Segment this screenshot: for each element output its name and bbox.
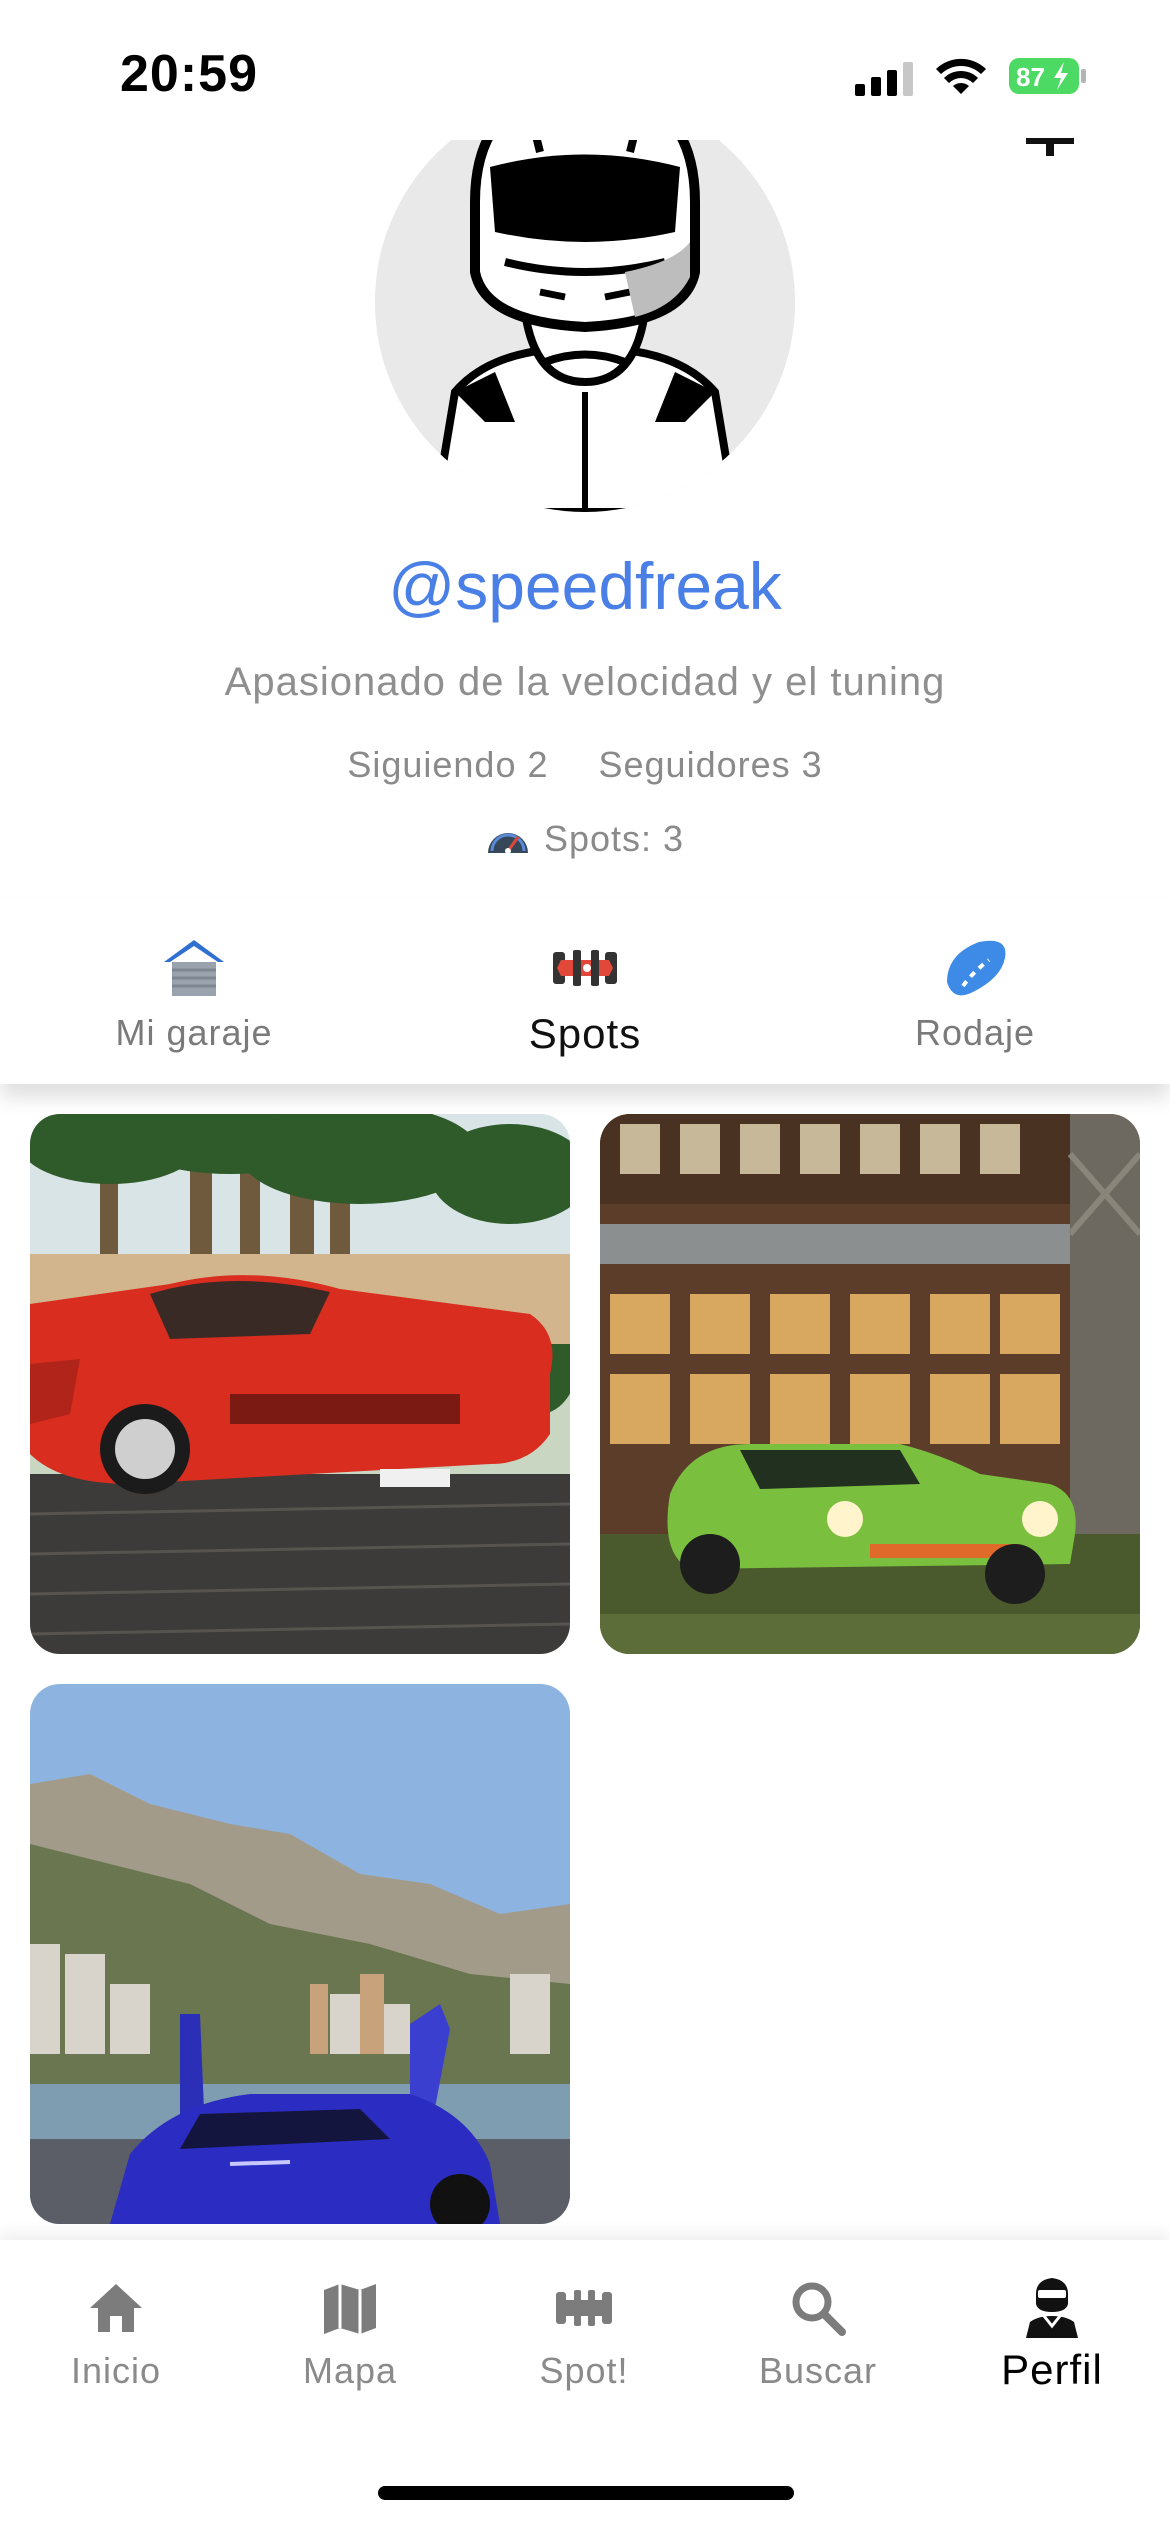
blue-supercar-monaco-photo [30,1684,570,2224]
battery-indicator: 87 [1008,56,1088,96]
nav-buscar[interactable]: Buscar [718,2276,918,2392]
map-icon [324,2284,376,2334]
battery-level: 87 [1016,62,1045,92]
signal-icon [855,62,913,96]
red-supercar-photo [30,1114,570,1654]
nav-label: Buscar [758,2350,878,2391]
home-indicator[interactable] [378,2486,794,2500]
follow-stats: Siguiendo 2 Seguidores 3 [0,744,1170,786]
nav-label: Spot! [539,2350,629,2391]
green-classic-car-photo [600,1114,1140,1654]
nav-label: Inicio [70,2350,162,2391]
nav-label: Mapa [302,2350,398,2391]
status-bar: 20:59 87 [0,0,1170,140]
tab-rodaje[interactable]: Rodaje [825,932,1125,1054]
profile-bio: Apasionado de la velocidad y el tuning [224,660,946,704]
spot-photo-3[interactable] [30,1684,570,2224]
followers-count[interactable]: Seguidores 3 [599,744,823,786]
helmet-icon [1026,2278,1078,2338]
spots-count: Spots: 3 [543,818,685,859]
tab-label: Rodaje [914,1012,1036,1053]
tab-mi-garaje[interactable]: Mi garaje [44,932,344,1054]
speedometer-icon [487,833,528,854]
status-time: 20:59 [120,45,258,103]
race-car-icon [556,2290,612,2326]
profile-tabs: Mi garaje Spots Rodaje [0,898,1170,1084]
nav-spot[interactable]: Spot! [484,2276,684,2392]
following-count[interactable]: Siguiendo 2 [347,744,548,786]
garage-icon [164,940,224,996]
search-icon [792,2282,846,2336]
spots-count-row: Spots: 3 [0,818,1170,860]
road-icon [947,940,1006,996]
nav-mapa[interactable]: Mapa [250,2276,450,2392]
tab-spots[interactable]: Spots [435,932,735,1058]
nav-perfil[interactable]: Perfil [952,2276,1152,2394]
home-icon [90,2284,142,2332]
profile-handle: @speedfreak [388,549,782,623]
spot-photo-1[interactable] [30,1114,570,1654]
race-car-icon [553,950,617,986]
settings-icon[interactable] [1022,138,1078,158]
tab-label: Mi garaje [115,1012,273,1053]
nav-label: Perfil [1001,2346,1103,2393]
helmet-avatar-icon [375,92,795,512]
avatar[interactable] [375,92,795,512]
wifi-icon [936,58,986,94]
nav-inicio[interactable]: Inicio [16,2276,216,2392]
spot-photo-2[interactable] [600,1114,1140,1654]
tab-label: Spots [528,1010,642,1057]
